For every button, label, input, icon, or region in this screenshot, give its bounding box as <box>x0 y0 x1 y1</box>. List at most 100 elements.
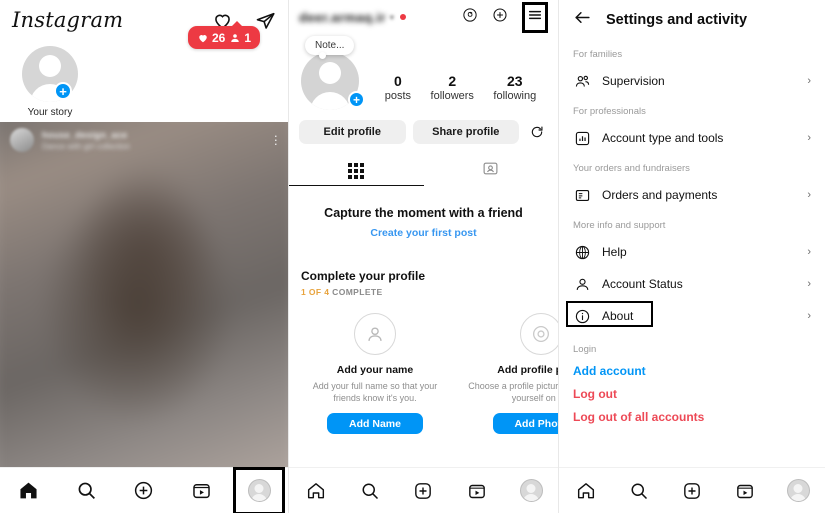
post-header: house_design_ace Dance with girl collect… <box>0 122 288 158</box>
profile-tabs <box>289 156 558 186</box>
bottom-nav-profile <box>289 467 558 513</box>
card-title: Add your name <box>336 364 414 376</box>
search-icon <box>629 481 649 501</box>
chevron-right-icon: › <box>807 75 811 87</box>
person-filled-icon <box>229 32 241 44</box>
reels-icon <box>467 481 487 501</box>
add-name-button[interactable]: Add Name <box>327 413 423 435</box>
post-author-username[interactable]: house_design_ace <box>42 130 130 140</box>
panel-home-feed: Instagram 26 1 + Your story house_design… <box>0 0 288 513</box>
nav-profile[interactable] <box>511 473 551 509</box>
threads-icon[interactable] <box>462 7 478 28</box>
heart-filled-icon <box>197 32 209 44</box>
paper-plane-icon[interactable] <box>255 10 276 31</box>
your-story-item[interactable]: + Your story <box>14 46 86 118</box>
more-options-icon[interactable]: · · · <box>274 129 278 150</box>
section-label-for-professionals: For professionals <box>573 106 646 117</box>
profile-stats-row: Note... + 0 posts 2 followers 23 followi… <box>289 34 558 110</box>
your-story-avatar-wrap: + <box>22 46 78 102</box>
note-bubble[interactable]: Note... <box>305 36 355 59</box>
section-label-login: Login <box>573 344 597 355</box>
log-out-all-accounts-link[interactable]: Log out of all accounts <box>559 401 825 424</box>
log-out-link[interactable]: Log out <box>559 378 825 401</box>
home-icon <box>576 481 596 501</box>
nav-reels[interactable] <box>457 473 497 509</box>
stat-followers[interactable]: 2 followers <box>431 73 474 102</box>
nav-search[interactable] <box>350 473 390 509</box>
notification-badge[interactable]: 26 1 <box>188 21 261 49</box>
likes-count-group: 26 <box>197 31 225 45</box>
post-image <box>0 122 288 470</box>
status-dot <box>399 14 406 20</box>
bottom-nav-settings <box>559 467 825 513</box>
add-photo-button[interactable]: Add Photo <box>493 413 558 435</box>
tab-grid[interactable] <box>289 156 424 186</box>
stat-following[interactable]: 23 following <box>493 73 536 102</box>
feed-post[interactable]: house_design_ace Dance with girl collect… <box>0 122 288 470</box>
settings-row-supervision[interactable]: Supervision › <box>559 65 825 97</box>
add-account-link[interactable]: Add account <box>559 355 825 378</box>
chevron-down-icon[interactable]: ▾ <box>390 13 394 22</box>
complete-profile-title: Complete your profile <box>301 269 426 283</box>
share-profile-button[interactable]: Share profile <box>412 120 519 144</box>
section-label-more-info: More info and support <box>573 220 666 231</box>
settings-header: Settings and activity <box>559 0 825 40</box>
plus-square-icon[interactable] <box>492 7 508 28</box>
nav-reels[interactable] <box>725 473 765 509</box>
edit-profile-button[interactable]: Edit profile <box>299 120 406 144</box>
card-title: Add profile photo <box>497 364 558 376</box>
bottom-nav-feed <box>0 466 288 513</box>
profile-body: Capture the moment with a friend Create … <box>289 206 558 435</box>
profile-avatar-wrap: Note... + <box>301 36 375 110</box>
profile-counters: 0 posts 2 followers 23 following <box>375 73 546 102</box>
nav-create[interactable] <box>403 473 443 509</box>
progress-done: 1 OF 4 <box>301 287 330 297</box>
card-desc: Choose a profile picture to represent yo… <box>468 381 558 404</box>
create-first-post-link[interactable]: Create your first post <box>299 227 548 239</box>
nav-profile[interactable] <box>778 473 818 509</box>
nav-home[interactable] <box>9 473 49 509</box>
plus-square-icon <box>133 480 154 501</box>
nav-home[interactable] <box>566 473 606 509</box>
your-story-label: Your story <box>27 107 73 118</box>
settings-row-about[interactable]: About › <box>559 300 825 332</box>
home-icon <box>18 480 39 501</box>
likes-count: 26 <box>212 30 226 45</box>
profile-avatar-icon <box>247 479 271 502</box>
post-author-avatar[interactable] <box>10 128 34 152</box>
reels-icon <box>191 480 212 501</box>
chevron-right-icon: › <box>807 132 811 144</box>
settings-row-orders-and-payments[interactable]: Orders and payments › <box>559 179 825 211</box>
nav-home[interactable] <box>296 473 336 509</box>
profile-avatar-icon <box>786 479 810 502</box>
supervision-icon <box>573 73 591 90</box>
settings-row-help[interactable]: Help › <box>559 236 825 268</box>
complete-profile-progress: 1 OF 4 COMPLETE <box>301 287 548 297</box>
nav-search[interactable] <box>619 473 659 509</box>
tab-tagged[interactable] <box>424 156 559 186</box>
profile-username[interactable]: deer.armaq.ir <box>299 10 386 25</box>
refresh-icon[interactable] <box>526 124 548 140</box>
card-desc: Add your full name so that your friends … <box>312 381 438 404</box>
stat-posts[interactable]: 0 posts <box>385 73 411 102</box>
section-label-your-orders: Your orders and fundraisers <box>573 163 690 174</box>
plus-square-icon <box>413 481 433 501</box>
post-subtitle: Dance with girl collection <box>42 141 131 151</box>
stat-value: 2 <box>448 72 457 89</box>
screenshot-root: Instagram 26 1 + Your story house_design… <box>0 0 825 513</box>
nav-reels[interactable] <box>182 473 222 509</box>
hamburger-menu-icon[interactable] <box>522 1 548 33</box>
camera-outline-icon <box>520 313 558 355</box>
settings-row-label: Account type and tools <box>602 131 724 145</box>
nav-create[interactable] <box>124 473 164 509</box>
settings-row-account-type-and-tools[interactable]: Account type and tools › <box>559 122 825 154</box>
settings-row-account-status[interactable]: Account Status › <box>559 268 825 300</box>
plus-badge-icon[interactable]: + <box>54 82 72 100</box>
stat-label: posts <box>384 89 412 102</box>
reels-icon <box>735 481 755 501</box>
nav-create[interactable] <box>672 473 712 509</box>
back-arrow-icon[interactable] <box>573 8 592 32</box>
nav-profile[interactable] <box>233 466 286 513</box>
nav-search[interactable] <box>66 473 106 509</box>
plus-badge-icon[interactable]: + <box>348 91 365 108</box>
